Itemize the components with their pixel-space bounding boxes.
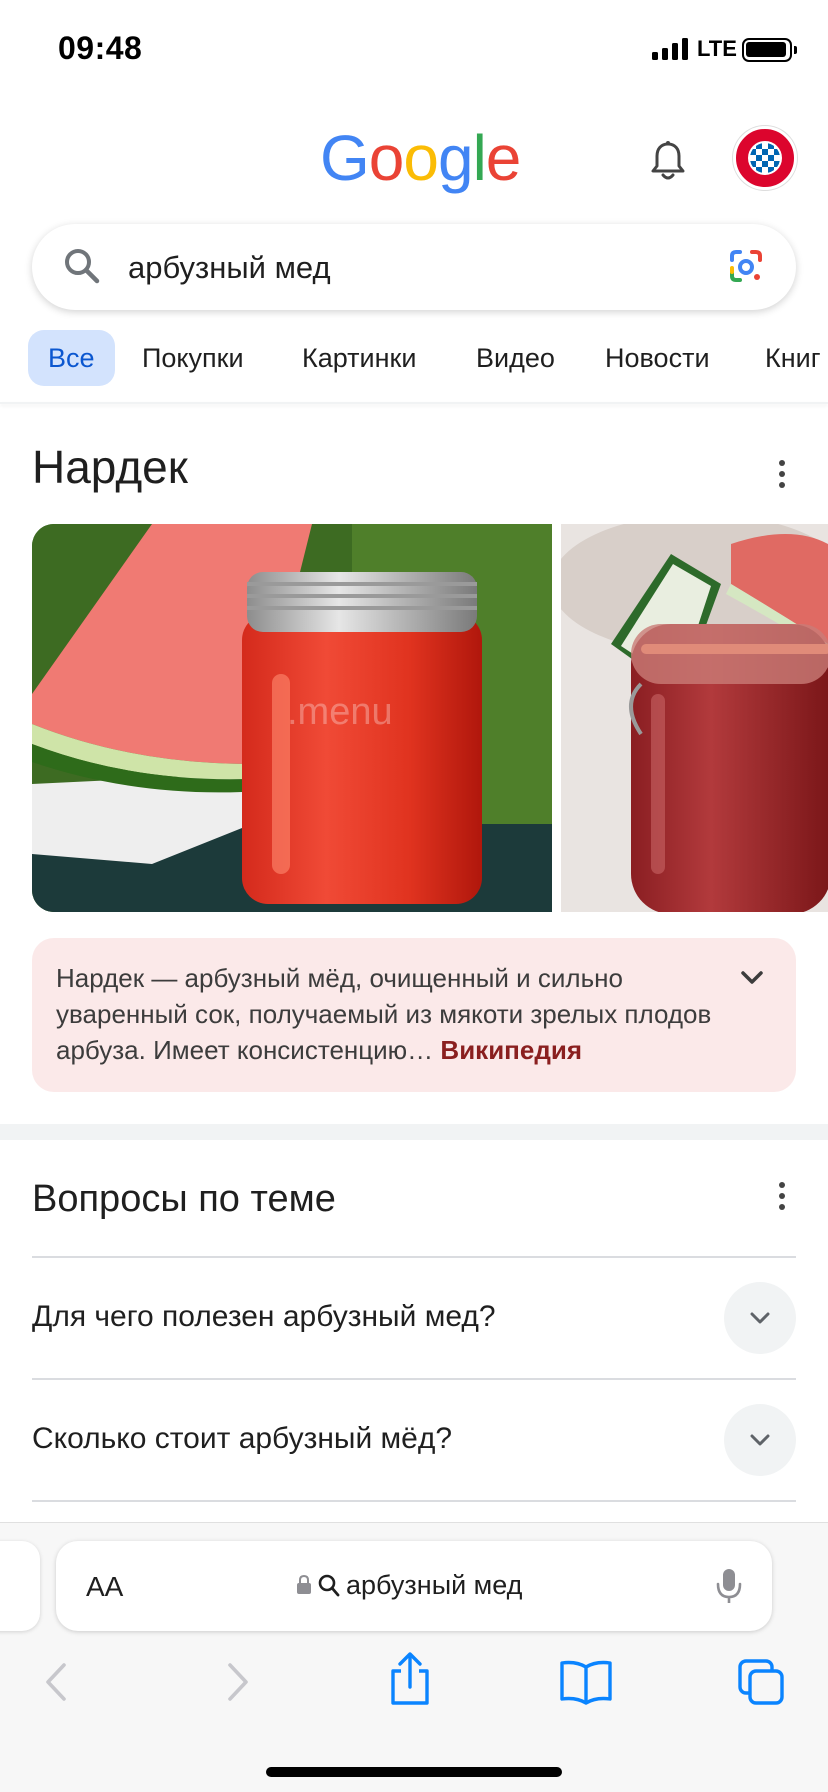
network-type: LTE: [697, 36, 737, 61]
logo-letter: l: [472, 122, 487, 194]
wiki-source-link[interactable]: Википедия: [440, 1035, 582, 1065]
divider: [32, 1378, 796, 1380]
text-size-button[interactable]: AA: [86, 1571, 123, 1603]
tab-all[interactable]: Все: [28, 330, 115, 386]
status-bar: 09:48 LTE: [0, 0, 828, 100]
chevron-down-icon: [750, 1434, 770, 1446]
home-indicator: [266, 1767, 562, 1777]
wiki-description: Нардек — арбузный мёд, очищенный и сильн…: [56, 960, 716, 1068]
bell-icon[interactable]: [648, 140, 688, 184]
cellular-signal-icon: [652, 38, 688, 60]
tab-news[interactable]: Новости: [605, 330, 710, 386]
more-options-icon[interactable]: [776, 460, 788, 494]
wiki-snippet[interactable]: Нардек — арбузный мёд, очищенный и сильн…: [32, 938, 796, 1092]
status-time: 09:48: [58, 30, 143, 66]
search-icon: [318, 1573, 340, 1597]
tab-books[interactable]: Книг: [765, 330, 821, 386]
battery-icon: [742, 38, 797, 62]
chevron-down-icon: [750, 1312, 770, 1324]
divider: [32, 1256, 796, 1258]
chevron-down-icon[interactable]: [738, 964, 766, 992]
search-icon: [62, 246, 102, 286]
url-text: арбузный мед: [346, 1570, 523, 1600]
section-separator: [0, 1124, 828, 1140]
share-icon[interactable]: [385, 1651, 435, 1705]
tabs-icon[interactable]: [736, 1657, 786, 1707]
back-icon[interactable]: [32, 1657, 82, 1707]
question-item[interactable]: Сколько стоит арбузный мёд?: [32, 1382, 796, 1502]
microphone-icon[interactable]: [716, 1567, 742, 1605]
tabs-divider: [0, 402, 828, 404]
more-options-icon[interactable]: [776, 1182, 788, 1216]
search-tabs: Все Покупки Картинки Видео Новости Книг: [0, 330, 828, 386]
question-text: Для чего полезен арбузный мед?: [32, 1300, 496, 1333]
expand-button[interactable]: [724, 1404, 796, 1476]
google-logo[interactable]: Google: [320, 121, 522, 195]
logo-letter: G: [320, 122, 370, 194]
safari-toolbar: AA арбузный мед: [0, 1522, 828, 1792]
knowledge-image-2[interactable]: [561, 524, 828, 912]
questions-title: Вопросы по теме: [32, 1178, 336, 1220]
divider: [32, 1500, 796, 1502]
knowledge-title: Нардек: [32, 441, 188, 493]
logo-letter: o: [403, 122, 439, 194]
lock-icon: [296, 1574, 312, 1595]
tab-images[interactable]: Картинки: [302, 330, 416, 386]
forward-icon[interactable]: [212, 1657, 262, 1707]
logo-letter: e: [485, 122, 522, 194]
search-input[interactable]: арбузный мед: [128, 250, 331, 286]
text-size-label: AA: [86, 1571, 124, 1602]
logo-letter: g: [437, 122, 474, 194]
address-bar[interactable]: AA арбузный мед: [56, 1541, 772, 1631]
expand-button[interactable]: [724, 1282, 796, 1354]
fc-bayern-icon: [748, 141, 782, 175]
account-avatar[interactable]: [733, 126, 797, 190]
bookmarks-icon[interactable]: [558, 1657, 614, 1707]
wiki-description-text: Нардек — арбузный мёд, очищенный и сильн…: [56, 963, 712, 1065]
image-watermark: .menu: [287, 691, 393, 733]
question-item[interactable]: Для чего полезен арбузный мед?: [32, 1260, 796, 1380]
question-text: Сколько стоит арбузный мёд?: [32, 1422, 453, 1455]
search-box[interactable]: арбузный мед: [32, 224, 796, 310]
knowledge-image-1[interactable]: .menu: [32, 524, 552, 912]
tab-shopping[interactable]: Покупки: [142, 330, 244, 386]
logo-letter: o: [368, 122, 405, 194]
google-lens-icon[interactable]: [726, 246, 766, 286]
previous-tab-preview[interactable]: [0, 1541, 40, 1631]
tab-videos[interactable]: Видео: [476, 330, 555, 386]
